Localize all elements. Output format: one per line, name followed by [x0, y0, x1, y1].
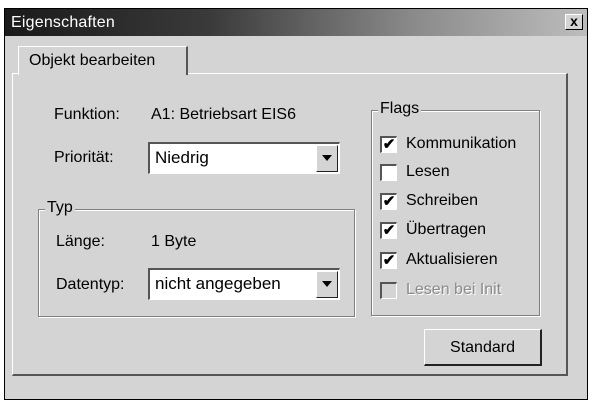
datentyp-select[interactable]: nicht angegeben [148, 268, 340, 300]
tab-objekt-bearbeiten[interactable]: Objekt bearbeiten [18, 46, 188, 75]
flag-label: Übertragen [406, 221, 487, 238]
flag-checkbox[interactable]: ✔ [380, 222, 397, 239]
title-bar[interactable]: Eigenschaften x [5, 9, 587, 36]
close-icon: x [570, 13, 578, 29]
flag-checkbox[interactable]: ✔ [380, 136, 397, 153]
typ-legend: Typ [45, 199, 75, 217]
funktion-label: Funktion: [54, 106, 120, 123]
tab-label: Objekt bearbeiten [29, 52, 156, 69]
flag-checkbox[interactable] [380, 164, 397, 181]
flag-label: Kommunikation [406, 135, 517, 152]
laenge-value: 1 Byte [151, 233, 197, 250]
flag-label: Lesen [406, 163, 450, 180]
chevron-down-icon[interactable] [316, 145, 338, 172]
flags-legend: Flags [378, 100, 422, 118]
typ-groupbox: Typ [38, 199, 355, 317]
flag-checkbox [380, 282, 397, 299]
checkmark-icon: ✔ [382, 252, 396, 269]
prioritaet-label: Priorität: [54, 149, 114, 166]
funktion-value: A1: Betriebsart EIS6 [151, 106, 296, 123]
flag-checkbox[interactable]: ✔ [380, 252, 397, 269]
datentyp-label: Datentyp: [56, 276, 125, 293]
window-title: Eigenschaften [11, 14, 116, 31]
flag-label: Lesen bei Init [406, 281, 502, 298]
flag-label: Schreiben [406, 192, 479, 209]
laenge-label: Länge: [56, 233, 105, 250]
chevron-down-icon[interactable] [316, 271, 338, 298]
prioritaet-select[interactable]: Niedrig [148, 142, 340, 174]
checkmark-icon: ✔ [382, 193, 396, 210]
flag-label: Aktualisieren [406, 251, 498, 268]
flag-checkbox[interactable]: ✔ [380, 193, 397, 210]
checkmark-icon: ✔ [382, 222, 396, 239]
close-button[interactable]: x [565, 14, 583, 30]
checkmark-icon: ✔ [382, 136, 396, 153]
prioritaet-selected-value: Niedrig [155, 148, 209, 167]
standard-button[interactable]: Standard [424, 329, 542, 366]
datentyp-selected-value: nicht angegeben [155, 274, 281, 293]
